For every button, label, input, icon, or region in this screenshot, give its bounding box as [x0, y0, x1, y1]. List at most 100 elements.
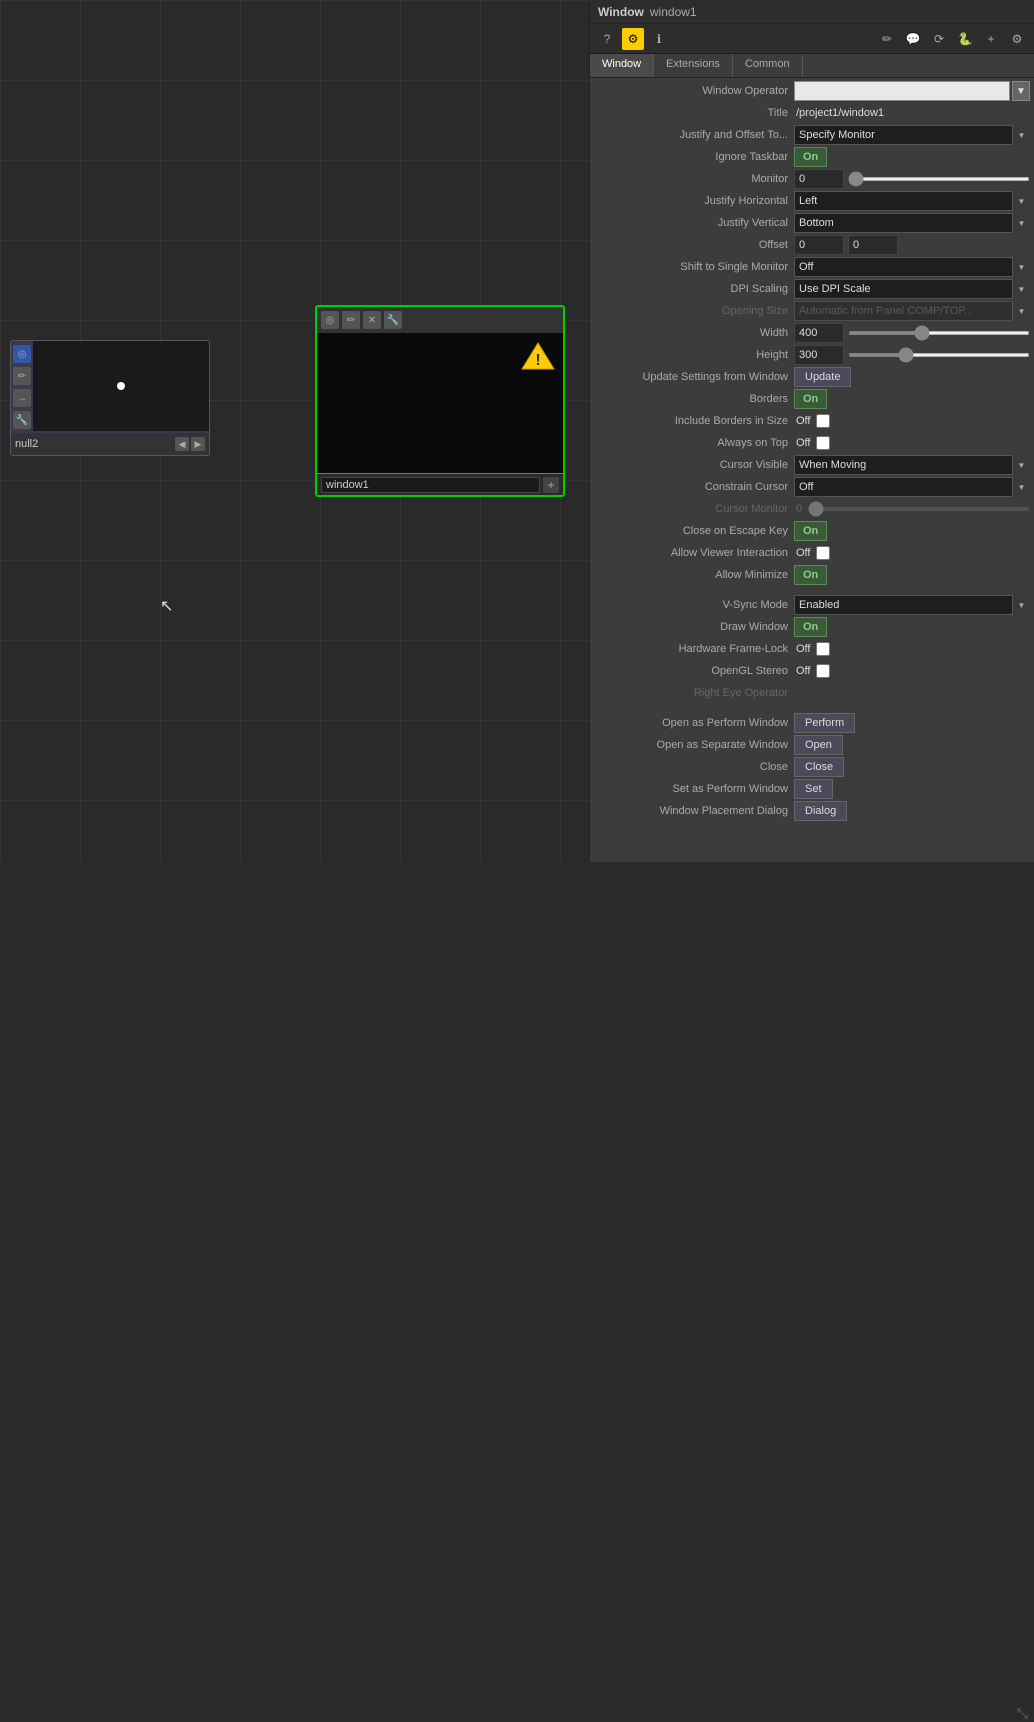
constrain-cursor-select[interactable]: Off On [794, 477, 1030, 497]
offset-y-input[interactable] [848, 235, 898, 255]
window-name-input[interactable] [321, 477, 540, 493]
close-escape-value[interactable]: On [794, 521, 1030, 541]
open-separate-btn[interactable]: Open [794, 735, 843, 755]
node-window1[interactable]: ◎ ✏ ✕ 🔧 ! + [315, 305, 565, 497]
height-value[interactable] [794, 345, 1030, 365]
placement-dialog-btn[interactable]: Dialog [794, 801, 847, 821]
justify-horizontal-value[interactable]: Left Center Right ▼ [794, 191, 1030, 211]
shift-single-select[interactable]: Off On [794, 257, 1030, 277]
width-input[interactable] [794, 323, 844, 343]
allow-minimize-value[interactable]: On [794, 565, 1030, 585]
node-null2[interactable]: ◎ ✏ → 🔧 null2 ◀ ▶ [10, 340, 210, 456]
height-slider[interactable] [848, 353, 1030, 357]
cursor-visible-value[interactable]: When Moving Always Never ▼ [794, 455, 1030, 475]
opengl-stereo-value[interactable]: Off [794, 664, 1030, 678]
toolbar-right-icons[interactable]: ✏ 💬 ⟳ 🐍 + ⚙ [876, 28, 1028, 50]
draw-window-toggle[interactable]: On [794, 617, 827, 637]
include-borders-value[interactable]: Off [794, 414, 1030, 428]
set-perform-btn[interactable]: Set [794, 779, 833, 799]
toolbar-python-icon[interactable]: 🐍 [954, 28, 976, 50]
justify-vertical-select[interactable]: Bottom Top Center [794, 213, 1030, 233]
toolbar-pencil-icon[interactable]: ✏ [876, 28, 898, 50]
toolbar-help-icon[interactable]: ? [596, 28, 618, 50]
update-btn[interactable]: Update [794, 367, 851, 387]
ignore-taskbar-value[interactable]: On [794, 147, 1030, 167]
opening-size-select[interactable]: Automatic from Panel COMP/TOP... [794, 301, 1030, 321]
justify-horizontal-select[interactable]: Left Center Right [794, 191, 1030, 211]
window-operator-input[interactable] [794, 81, 1010, 101]
borders-toggle[interactable]: On [794, 389, 827, 409]
window-operator-value[interactable]: ▼ [794, 81, 1030, 101]
placement-dialog-value[interactable]: Dialog [794, 801, 1030, 821]
prop-ignore-taskbar: Ignore Taskbar On [590, 146, 1034, 168]
tab-extensions[interactable]: Extensions [654, 54, 733, 77]
height-input[interactable] [794, 345, 844, 365]
properties-panel: Window window1 ? ⚙ ℹ ✏ 💬 ⟳ 🐍 + ⚙ Window … [589, 0, 1034, 862]
cursor-monitor-slider[interactable] [808, 507, 1030, 511]
monitor-value[interactable] [794, 169, 1030, 189]
justify-vertical-value[interactable]: Bottom Top Center ▼ [794, 213, 1030, 233]
vsync-value[interactable]: Enabled Disabled ▼ [794, 595, 1030, 615]
allow-viewer-value[interactable]: Off [794, 546, 1030, 560]
tab-common[interactable]: Common [733, 54, 803, 77]
toolbar-info-icon[interactable]: ℹ [648, 28, 670, 50]
offset-x-input[interactable] [794, 235, 844, 255]
panel-toolbar[interactable]: ? ⚙ ℹ ✏ 💬 ⟳ 🐍 + ⚙ [590, 24, 1034, 54]
cursor-monitor-value[interactable]: 0 [794, 503, 1030, 515]
width-value[interactable] [794, 323, 1030, 343]
borders-value[interactable]: On [794, 389, 1030, 409]
always-on-top-value[interactable]: Off [794, 436, 1030, 450]
draw-window-value[interactable]: On [794, 617, 1030, 637]
window-node-icon-edit: ✏ [342, 311, 360, 329]
toolbar-plus-icon[interactable]: + [980, 28, 1002, 50]
toolbar-refresh-icon[interactable]: ⟳ [928, 28, 950, 50]
dpi-scaling-select[interactable]: Use DPI Scale [794, 279, 1030, 299]
include-borders-checkbox[interactable] [816, 414, 830, 428]
window-node-footer[interactable]: + [317, 473, 563, 495]
update-settings-value[interactable]: Update [794, 367, 1030, 387]
always-on-top-checkbox[interactable] [816, 436, 830, 450]
hw-frame-lock-value[interactable]: Off [794, 642, 1030, 656]
justify-offset-select[interactable]: Specify Monitor [794, 125, 1030, 145]
allow-minimize-toggle[interactable]: On [794, 565, 827, 585]
prop-update-settings: Update Settings from Window Update [590, 366, 1034, 388]
arrow-left-btn[interactable]: ◀ [175, 437, 189, 451]
ignore-taskbar-toggle[interactable]: On [794, 147, 827, 167]
offset-value[interactable] [794, 235, 1030, 255]
shift-single-value[interactable]: Off On ▼ [794, 257, 1030, 277]
cursor-monitor-label: Cursor Monitor [594, 503, 794, 515]
window-add-btn[interactable]: + [543, 477, 559, 493]
title-value: /project1/window1 [794, 107, 1030, 119]
close-escape-toggle[interactable]: On [794, 521, 827, 541]
open-perform-btn[interactable]: Perform [794, 713, 855, 733]
close-btn[interactable]: Close [794, 757, 844, 777]
open-separate-value[interactable]: Open [794, 735, 1030, 755]
prop-title: Title /project1/window1 [590, 102, 1034, 124]
window-operator-btn[interactable]: ▼ [1012, 81, 1030, 101]
node-arrows[interactable]: ◀ ▶ [175, 437, 205, 451]
node-icon-view: ◎ [13, 345, 31, 363]
toolbar-gear-icon[interactable]: ⚙ [1006, 28, 1028, 50]
open-perform-value[interactable]: Perform [794, 713, 1030, 733]
panel-tabs[interactable]: Window Extensions Common [590, 54, 1034, 78]
opening-size-value[interactable]: Automatic from Panel COMP/TOP... ▼ [794, 301, 1030, 321]
toolbar-chat-icon[interactable]: 💬 [902, 28, 924, 50]
width-slider[interactable] [848, 331, 1030, 335]
title-text: /project1/window1 [794, 107, 886, 119]
toolbar-active-icon[interactable]: ⚙ [622, 28, 644, 50]
vsync-select[interactable]: Enabled Disabled [794, 595, 1030, 615]
dpi-scaling-value[interactable]: Use DPI Scale ▼ [794, 279, 1030, 299]
close-value[interactable]: Close [794, 757, 1030, 777]
tab-window[interactable]: Window [590, 54, 654, 77]
constrain-cursor-value[interactable]: Off On ▼ [794, 477, 1030, 497]
arrow-right-btn[interactable]: ▶ [191, 437, 205, 451]
monitor-input[interactable] [794, 169, 844, 189]
justify-offset-value[interactable]: Specify Monitor ▼ [794, 125, 1030, 145]
set-perform-value[interactable]: Set [794, 779, 1030, 799]
hw-frame-lock-checkbox[interactable] [816, 642, 830, 656]
monitor-slider[interactable] [848, 177, 1030, 181]
opengl-stereo-checkbox[interactable] [816, 664, 830, 678]
node-editor-panel[interactable]: ◎ ✏ → 🔧 null2 ◀ ▶ ◎ ✏ [0, 0, 589, 862]
cursor-visible-select[interactable]: When Moving Always Never [794, 455, 1030, 475]
allow-viewer-checkbox[interactable] [816, 546, 830, 560]
